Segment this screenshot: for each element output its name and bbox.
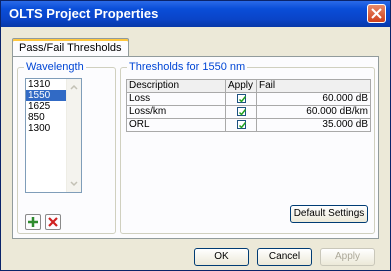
table-row[interactable]: ORL 35.000 dB [126,118,371,132]
window-title: OLTS Project Properties [9,6,159,21]
default-settings-button[interactable]: Default Settings [290,205,368,223]
tab-pass-fail-thresholds[interactable]: Pass/Fail Thresholds [12,38,129,57]
remove-wavelength-button[interactable] [45,214,61,230]
apply-cell [225,118,257,132]
thresholds-table: Description Apply Fail Loss 60.000 dB Loss… [126,79,371,132]
scroll-up-icon[interactable] [68,81,80,93]
description-cell: Loss [126,92,226,106]
checkmark-icon [238,95,246,103]
apply-checkbox[interactable] [236,119,246,129]
properties-dialog: OLTS Project Properties Pass/Fail Thresh… [0,0,391,271]
close-icon [371,8,382,19]
checkmark-icon [238,108,246,116]
apply-checkbox[interactable] [236,93,246,103]
fail-value-cell[interactable]: 60.000 dB/km [256,105,371,119]
table-header-row: Description Apply Fail [126,79,371,93]
title-bar[interactable]: OLTS Project Properties [1,1,390,27]
apply-button[interactable]: Apply [320,248,375,266]
table-row[interactable]: Loss 60.000 dB [126,92,371,106]
apply-cell [225,92,257,106]
checkmark-icon [238,121,246,129]
description-cell: ORL [126,118,226,132]
column-header-apply[interactable]: Apply [225,79,257,93]
scroll-down-icon[interactable] [68,178,80,190]
list-item[interactable]: 1550 [26,90,68,101]
fail-value-cell[interactable]: 35.000 dB [256,118,371,132]
thresholds-group: Thresholds for 1550 nm Description Apply… [120,61,375,234]
apply-cell [225,105,257,119]
add-wavelength-button[interactable] [25,214,41,230]
wavelength-list-scrollbar[interactable] [66,79,81,192]
delete-x-icon [48,217,58,227]
description-cell: Loss/km [126,105,226,119]
apply-checkbox[interactable] [236,106,246,116]
wavelength-list[interactable]: 1310 1550 1625 850 1300 [25,78,82,193]
column-header-description[interactable]: Description [126,79,226,93]
fail-value-cell[interactable]: 60.000 dB [256,92,371,106]
cancel-button[interactable]: Cancel [257,248,312,266]
thresholds-group-title: Thresholds for 1550 nm [127,61,248,73]
table-row[interactable]: Loss/km 60.000 dB/km [126,105,371,119]
thresholds-tab-panel: Wavelength 1310 1550 1625 850 1300 Thres… [12,56,379,239]
close-button[interactable] [367,4,386,23]
wavelength-group-title: Wavelength [24,61,86,73]
ok-button[interactable]: OK [194,248,249,266]
column-header-fail[interactable]: Fail [256,79,371,93]
wavelength-group: Wavelength 1310 1550 1625 850 1300 [17,61,116,234]
plus-icon [28,217,38,227]
